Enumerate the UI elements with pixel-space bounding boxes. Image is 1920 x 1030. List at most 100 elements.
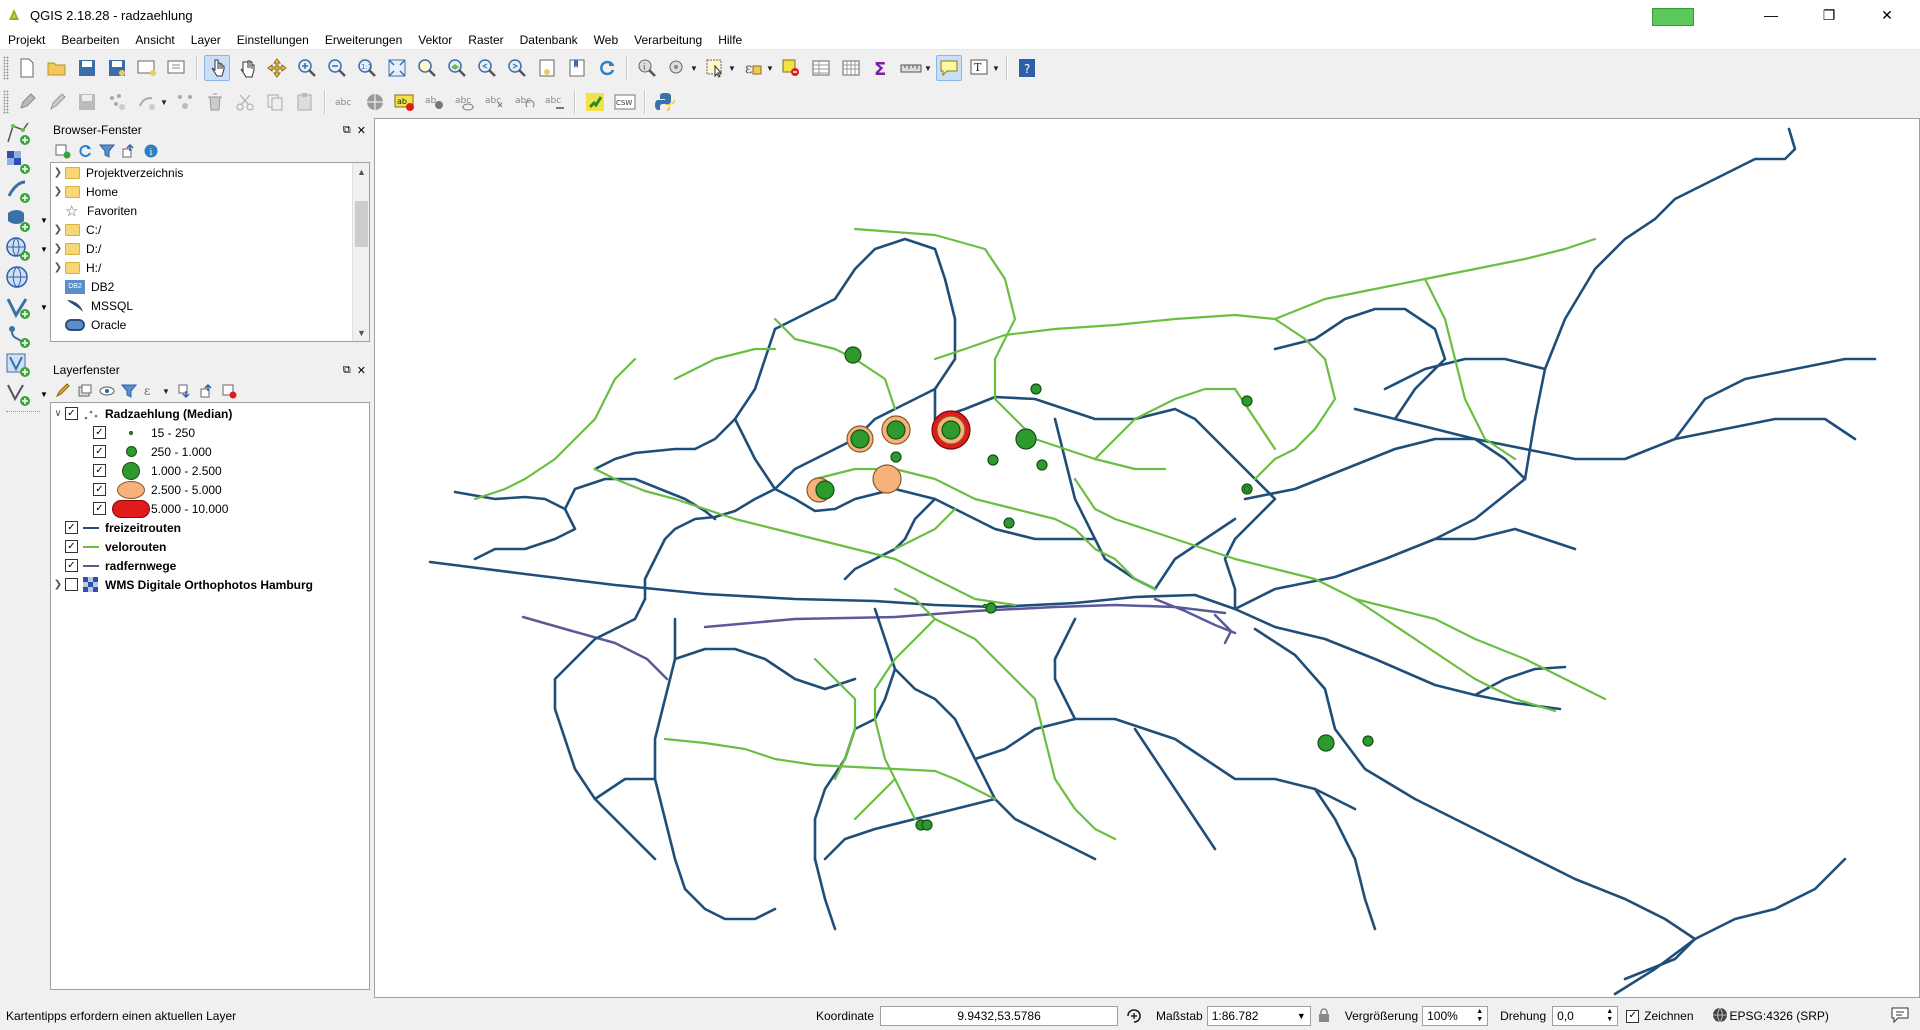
class-visibility-checkbox[interactable]: ✓	[93, 426, 106, 439]
new-shapefile-icon[interactable]	[4, 352, 32, 378]
chevron-down-icon[interactable]: ▼	[162, 387, 170, 396]
collapse-all-icon[interactable]	[198, 382, 216, 400]
identify-features-icon[interactable]: i	[634, 55, 660, 81]
menu-datenbank[interactable]: Datenbank	[512, 33, 586, 47]
toolbar-grip[interactable]	[3, 90, 9, 114]
layer-visibility-checkbox[interactable]: ✓	[65, 540, 78, 553]
save-as-icon[interactable]	[104, 55, 130, 81]
chevron-down-icon[interactable]: ▼	[160, 98, 168, 107]
manage-visibility-icon[interactable]	[98, 382, 116, 400]
scroll-down-icon[interactable]: ▼	[353, 324, 369, 341]
select-features-icon[interactable]	[702, 55, 728, 81]
layer-visibility-checkbox[interactable]: ✓	[65, 559, 78, 572]
pin-labels-icon[interactable]	[362, 89, 388, 115]
menu-einstellungen[interactable]: Einstellungen	[229, 33, 317, 47]
zoom-to-selection-icon[interactable]	[414, 55, 440, 81]
new-print-composer-icon[interactable]	[134, 55, 160, 81]
refresh-icon[interactable]	[594, 55, 620, 81]
menu-vektor[interactable]: Vektor	[410, 33, 460, 47]
zoom-last-icon[interactable]	[474, 55, 500, 81]
plugin-manager-icon[interactable]	[582, 89, 608, 115]
browser-item-favoriten[interactable]: ☆ Favoriten	[51, 201, 369, 220]
add-virtual-layer-icon[interactable]: ▼	[4, 294, 48, 320]
chevron-right-icon[interactable]: ❯	[51, 224, 65, 235]
filter-legend-icon[interactable]	[120, 382, 138, 400]
close-panel-icon[interactable]: ✕	[357, 124, 366, 137]
coordinate-field[interactable]: 9.9432,53.5786	[880, 1006, 1119, 1026]
chevron-down-icon[interactable]: ▼	[40, 303, 48, 312]
menu-layer[interactable]: Layer	[183, 33, 229, 47]
composer-manager-icon[interactable]	[164, 55, 190, 81]
close-panel-icon[interactable]: ✕	[357, 364, 366, 377]
chevron-down-icon[interactable]: ▼	[728, 64, 736, 73]
layer-visibility-checkbox[interactable]: ✓	[65, 407, 78, 420]
add-feature-icon[interactable]	[104, 89, 130, 115]
chevron-down-icon[interactable]: ▼	[992, 64, 1000, 73]
zoom-full-icon[interactable]	[384, 55, 410, 81]
zoom-next-icon[interactable]	[504, 55, 530, 81]
menu-ansicht[interactable]: Ansicht	[127, 33, 182, 47]
legend-class-5[interactable]: ✓ 5.000 - 10.000	[51, 499, 369, 518]
notification-badge[interactable]	[1652, 8, 1694, 26]
menu-projekt[interactable]: Projekt	[0, 33, 53, 47]
zoom-in-icon[interactable]	[294, 55, 320, 81]
crs-globe-icon[interactable]	[1712, 1007, 1730, 1026]
browser-item-d-drive[interactable]: ❯ D:/	[51, 239, 369, 258]
python-console-icon[interactable]	[652, 89, 678, 115]
layer-velorouten[interactable]: ✓ velorouten	[51, 537, 369, 556]
map-tips-icon[interactable]	[936, 55, 962, 81]
layer-styling-icon[interactable]	[54, 382, 72, 400]
browser-item-db2[interactable]: DB2 DB2	[51, 277, 369, 296]
add-wfs-layer-icon[interactable]	[4, 265, 32, 291]
layer-visibility-checkbox[interactable]: ✓	[65, 521, 78, 534]
refresh-icon[interactable]	[76, 142, 94, 160]
help-icon[interactable]: ?	[1014, 55, 1040, 81]
chevron-down-icon[interactable]: ▼	[40, 245, 48, 254]
menu-hilfe[interactable]: Hilfe	[710, 33, 750, 47]
chevron-right-icon[interactable]: ❯	[51, 186, 65, 197]
render-checkbox[interactable]: ✓	[1626, 1009, 1640, 1023]
open-project-icon[interactable]	[44, 55, 70, 81]
text-annotation-icon[interactable]: T	[966, 55, 992, 81]
pan-map-icon[interactable]	[234, 55, 260, 81]
menu-web[interactable]: Web	[586, 33, 626, 47]
run-feature-action-icon[interactable]	[664, 55, 690, 81]
layer-visibility-checkbox[interactable]	[65, 578, 78, 591]
show-hide-labels-icon[interactable]: abc	[452, 89, 478, 115]
filter-icon[interactable]	[98, 142, 116, 160]
layer-freizeitrouten[interactable]: ✓ freizeitrouten	[51, 518, 369, 537]
legend-class-3[interactable]: ✓ 1.000 - 2.500	[51, 461, 369, 480]
paste-features-icon[interactable]	[292, 89, 318, 115]
pin-unpin-labels-icon[interactable]: ab	[422, 89, 448, 115]
chevron-down-icon[interactable]: ▼	[40, 216, 48, 225]
properties-info-icon[interactable]: i	[142, 142, 160, 160]
menu-erweiterungen[interactable]: Erweiterungen	[317, 33, 410, 47]
close-window-button[interactable]: ✕	[1864, 0, 1910, 30]
browser-scrollbar[interactable]: ▲ ▼	[352, 163, 369, 341]
expand-all-icon[interactable]	[176, 382, 194, 400]
chevron-down-icon[interactable]: ▼	[690, 64, 698, 73]
add-vector-layer-icon[interactable]	[4, 120, 32, 146]
new-spatialite-layer-icon[interactable]: ▼	[4, 381, 48, 407]
new-map-view-icon[interactable]	[534, 55, 560, 81]
zoom-to-layer-icon[interactable]	[444, 55, 470, 81]
toggle-editing-icon[interactable]	[44, 89, 70, 115]
measure-line-icon[interactable]	[898, 55, 924, 81]
change-label-icon[interactable]: abc	[542, 89, 568, 115]
zoom-out-icon[interactable]	[324, 55, 350, 81]
magnifier-spinbox[interactable]: 100% ▲ ▼	[1422, 1006, 1489, 1026]
collapse-all-icon[interactable]	[120, 142, 138, 160]
chevron-down-icon[interactable]: ▼	[766, 64, 774, 73]
rotation-spinbox[interactable]: 0,0 ▲ ▼	[1552, 1006, 1619, 1026]
add-group-icon[interactable]	[76, 382, 94, 400]
label-layer-icon[interactable]: abc	[332, 89, 358, 115]
float-panel-icon[interactable]: ⧉	[343, 364, 351, 377]
touch-zoom-pan-icon[interactable]	[204, 55, 230, 81]
menu-raster[interactable]: Raster	[460, 33, 511, 47]
chevron-right-icon[interactable]: ❯	[51, 262, 65, 273]
chevron-down-icon[interactable]: ▼	[924, 64, 932, 73]
class-visibility-checkbox[interactable]: ✓	[93, 445, 106, 458]
pan-to-selection-icon[interactable]	[264, 55, 290, 81]
legend-class-1[interactable]: ✓ 15 - 250	[51, 423, 369, 442]
messages-icon[interactable]	[1890, 1006, 1912, 1027]
